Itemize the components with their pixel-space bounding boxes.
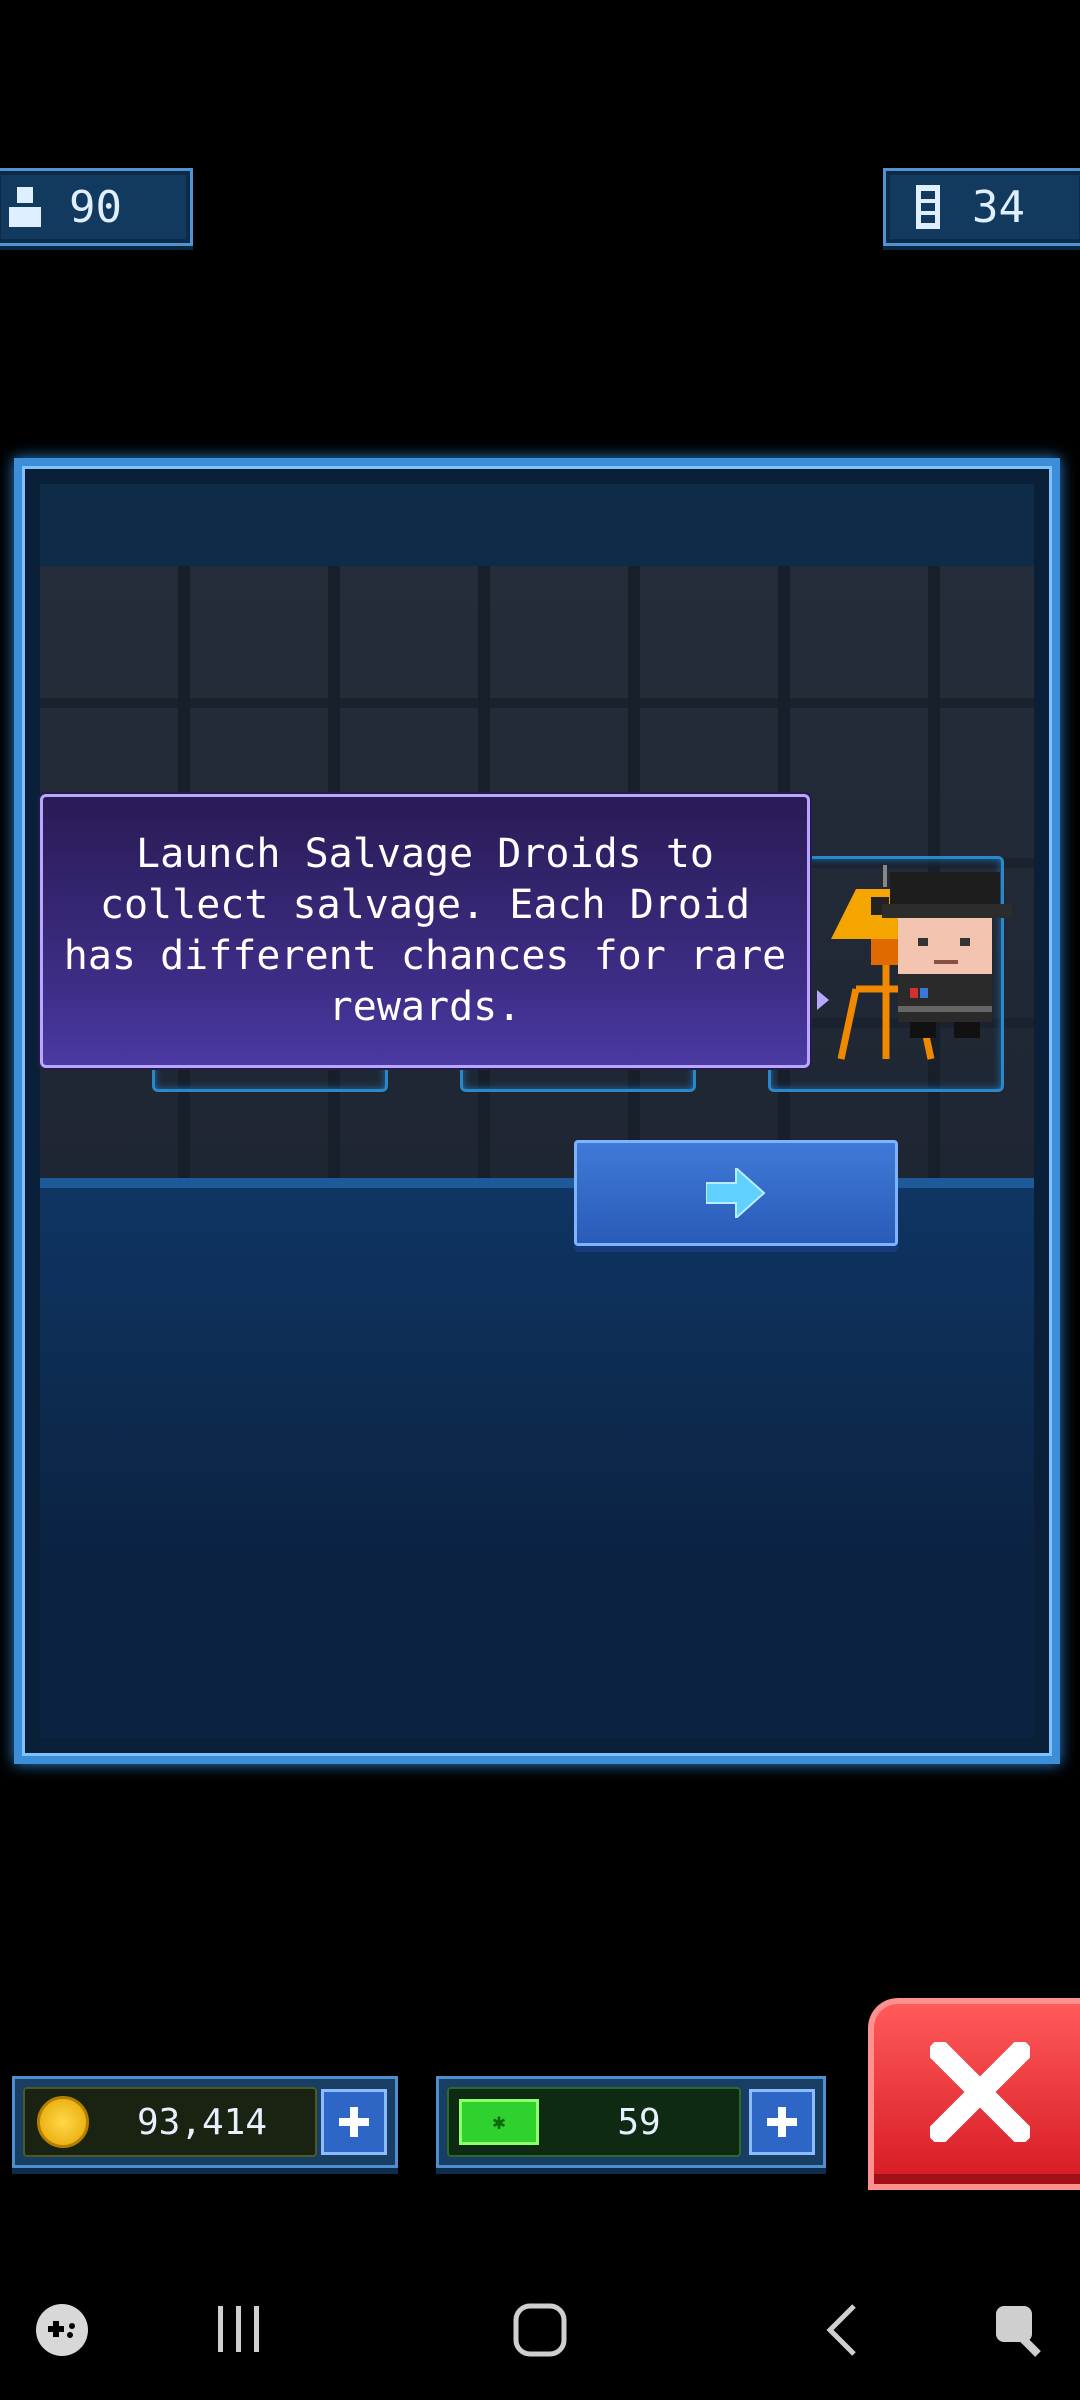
coins-field: 93,414: [23, 2087, 317, 2157]
add-coins-button[interactable]: [321, 2089, 387, 2155]
tutorial-speech-bubble: Launch Salvage Droids to collect salvage…: [40, 794, 810, 1068]
panel-header: [40, 484, 1034, 569]
plus-icon: [339, 2107, 369, 2137]
population-counter[interactable]: 90: [0, 168, 193, 246]
bux-display: ✱ 59: [436, 2076, 826, 2168]
coins-value: 93,414: [136, 2101, 268, 2143]
add-bux-button[interactable]: [749, 2089, 815, 2155]
home-icon[interactable]: [512, 2302, 568, 2358]
coins-display: 93,414: [12, 2076, 398, 2168]
game-launcher-icon[interactable]: [34, 2302, 90, 2358]
close-button[interactable]: [868, 1998, 1080, 2190]
speech-tail: [817, 990, 829, 1010]
panel-lower-area: [40, 1188, 1034, 1738]
elevator-icon: [916, 185, 940, 229]
bux-field: ✱ 59: [447, 2087, 741, 2157]
close-icon: [930, 2042, 1030, 2142]
officer-avatar: [882, 872, 1012, 1038]
back-icon[interactable]: [822, 2302, 862, 2358]
rooms-value: 34: [972, 181, 1025, 233]
assistant-icon[interactable]: [992, 2302, 1048, 2358]
bux-chip-icon: ✱: [459, 2099, 539, 2145]
population-value: 90: [69, 181, 122, 233]
tutorial-message: Launch Salvage Droids to collect salvage…: [63, 831, 787, 1030]
recent-apps-icon[interactable]: [212, 2302, 266, 2356]
plus-icon: [767, 2107, 797, 2137]
bux-value: 59: [617, 2101, 661, 2143]
tutorial-panel: [14, 458, 1060, 1764]
person-icon: [9, 187, 41, 227]
arrow-right-icon: [706, 1168, 766, 1218]
rooms-counter[interactable]: 34: [883, 168, 1080, 246]
next-button[interactable]: [574, 1140, 898, 1246]
coin-icon: [37, 2096, 89, 2148]
